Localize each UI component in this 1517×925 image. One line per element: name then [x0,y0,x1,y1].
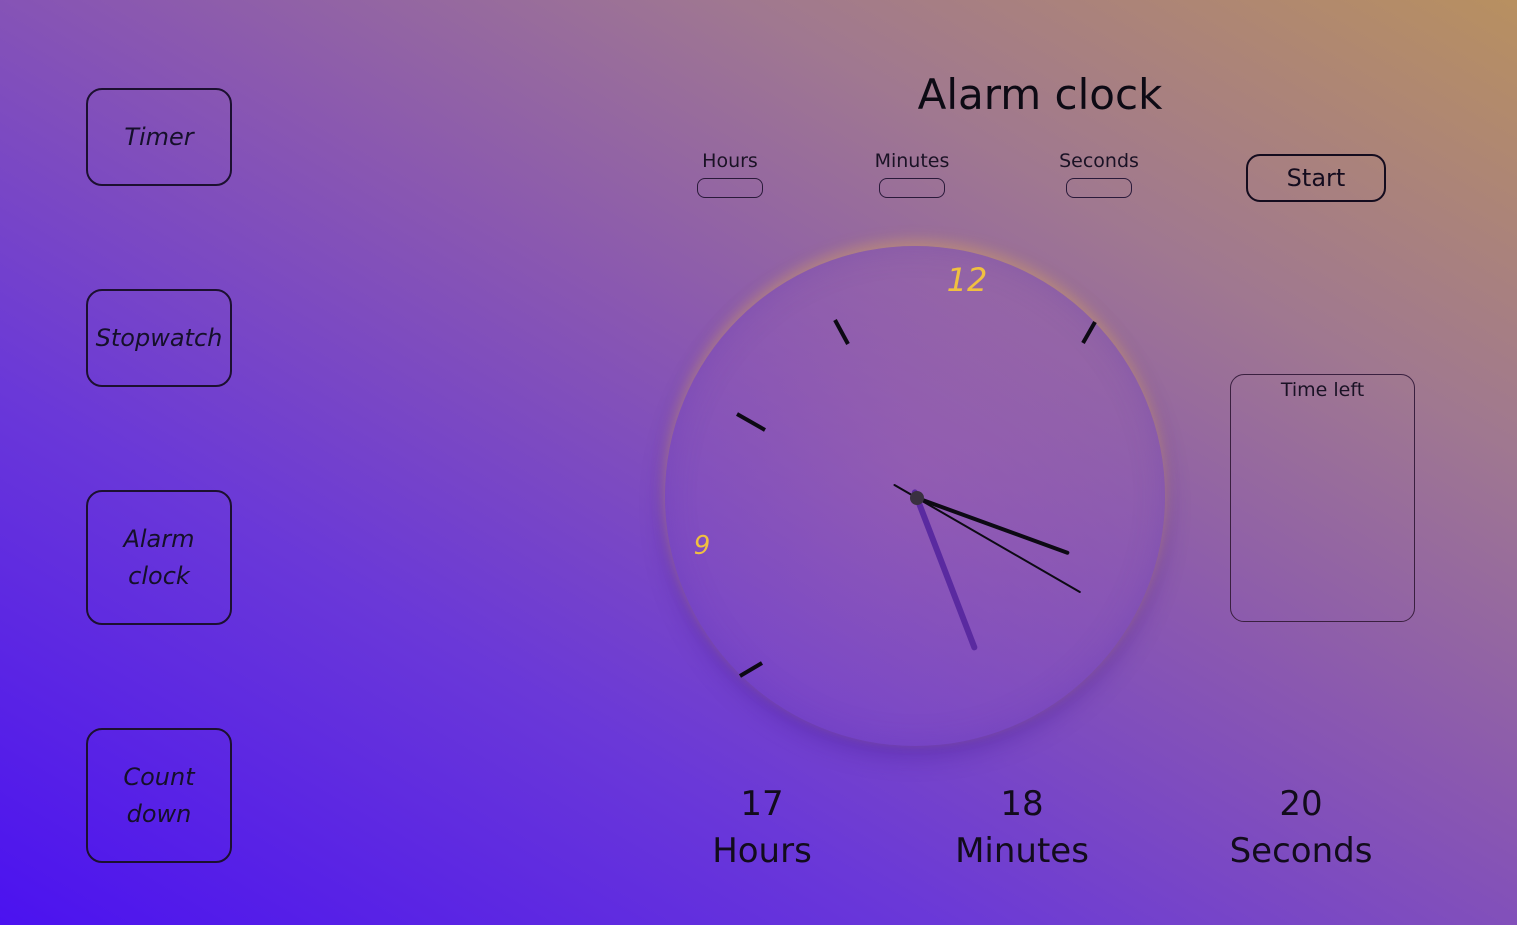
clock-tick-8 [738,661,764,678]
clock-numeral-9: 9 [694,531,711,561]
minutes-readout-value: 18 [1000,784,1044,824]
countdown-button-label: Count down [123,759,194,833]
minutes-label: Minutes [874,150,950,172]
seconds-readout-unit: Seconds [1229,831,1373,871]
start-button[interactable]: Start [1246,154,1386,202]
seconds-label: Seconds [1059,150,1139,172]
stopwatch-button-label: Stopwatch [95,323,223,352]
seconds-input[interactable] [1066,178,1132,198]
countdown-button[interactable]: Count down [86,728,232,863]
clock-tick-10 [736,412,766,432]
timer-button-label: Timer [124,122,194,151]
timer-button[interactable]: Timer [86,88,232,186]
hours-readout-value: 17 [740,784,784,824]
clock-numeral-12: 12 [947,261,988,299]
hours-input[interactable] [697,178,763,198]
alarm-clock-button-line2: clock [128,561,190,590]
time-left-panel: Time left [1230,374,1415,622]
seconds-field-group: Seconds [1039,150,1159,198]
hours-label: Hours [702,150,758,172]
minutes-readout: 18 Minutes [912,782,1132,876]
seconds-readout: 20 Seconds [1191,782,1411,876]
minutes-input[interactable] [879,178,945,198]
clock-center-pin [910,491,924,505]
clock-drawing: 12 9 [694,261,1097,678]
alarm-clock-button-line1: Alarm [123,524,195,553]
page-title: Alarm clock [917,70,1163,119]
minutes-readout-unit: Minutes [955,831,1089,871]
alarm-clock-button-label: Alarm clock [123,521,194,595]
countdown-button-line1: Count [123,762,195,791]
clock-tick-1 [1081,321,1097,344]
time-left-label: Time left [1280,379,1365,401]
seconds-readout-value: 20 [1279,784,1323,824]
countdown-button-line2: down [126,799,192,828]
clock-tick-11 [833,319,850,345]
alarm-clock-button[interactable]: Alarm clock [86,490,232,625]
stopwatch-button[interactable]: Stopwatch [86,289,232,387]
hours-readout-unit: Hours [712,831,812,871]
analog-clock: 12 9 [665,246,1165,746]
minutes-field-group: Minutes [852,150,972,198]
hours-field-group: Hours [670,150,790,198]
hours-readout: 17 Hours [652,782,872,876]
